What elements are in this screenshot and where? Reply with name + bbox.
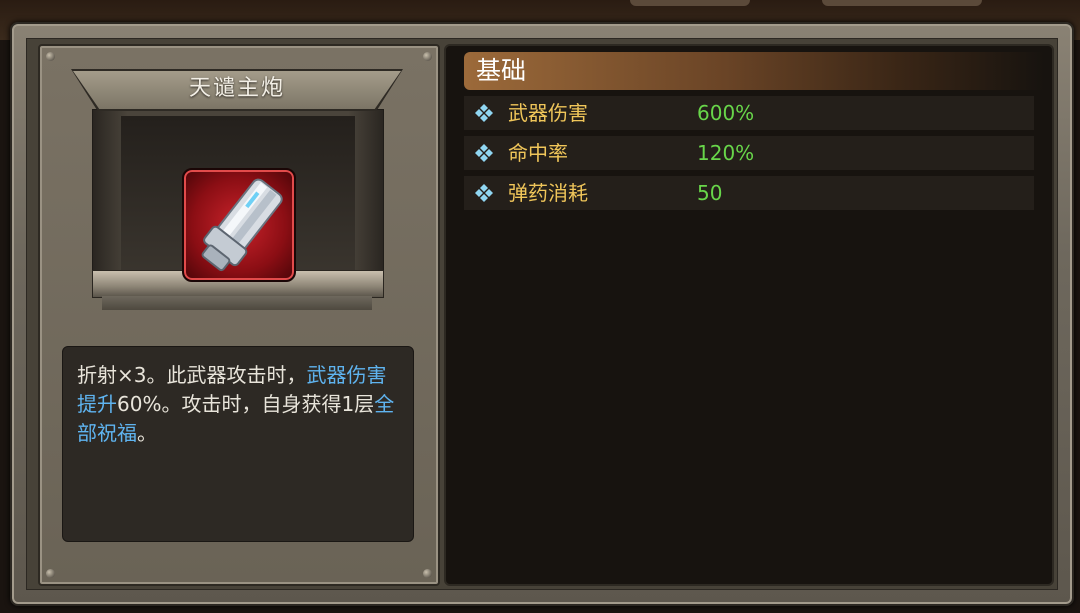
weapon-icon-tile[interactable] [182,168,296,282]
stat-value: 600% [697,101,755,125]
diamond-icon [475,144,493,162]
rivet [423,52,432,61]
stats-panel: 基础 武器伤害 600% 命中率 120% 弹药消耗 50 [444,44,1054,586]
description-text: 。 [137,421,157,445]
rivet [46,569,55,578]
top-tab [630,0,750,6]
stat-label: 武器伤害 [508,101,588,125]
description-text: 折射×3。此武器攻击时， [77,363,307,387]
cannon-icon [201,178,283,272]
top-tab [822,0,982,6]
rivet [423,569,432,578]
stat-label: 命中率 [508,141,568,165]
stat-label: 弹药消耗 [508,181,588,205]
display-shelf-base [102,296,372,310]
stat-row: 命中率 120% [464,136,1034,170]
diamond-icon [475,184,493,202]
weapon-description-box: 折射×3。此武器攻击时，武器伤害提升60%。攻击时，自身获得1层全部祝福。 [62,346,414,542]
stat-row: 武器伤害 600% [464,96,1034,130]
rivet [46,52,55,61]
weapon-card: 天谴主炮 折射×3。此武器攻击时，武器伤害提升60%。攻击时，自身获得1层全部祝… [38,44,440,586]
section-title: 基础 [476,56,527,85]
stat-value: 50 [697,181,723,205]
diamond-icon [475,104,493,122]
weapon-description: 折射×3。此武器攻击时，武器伤害提升60%。攻击时，自身获得1层全部祝福。 [77,361,399,448]
stat-row: 弹药消耗 50 [464,176,1034,210]
section-header [464,52,1044,90]
weapon-name: 天谴主炮 [188,76,285,101]
stat-value: 120% [697,141,755,165]
description-text: 60%。攻击时，自身获得1层 [117,392,375,416]
